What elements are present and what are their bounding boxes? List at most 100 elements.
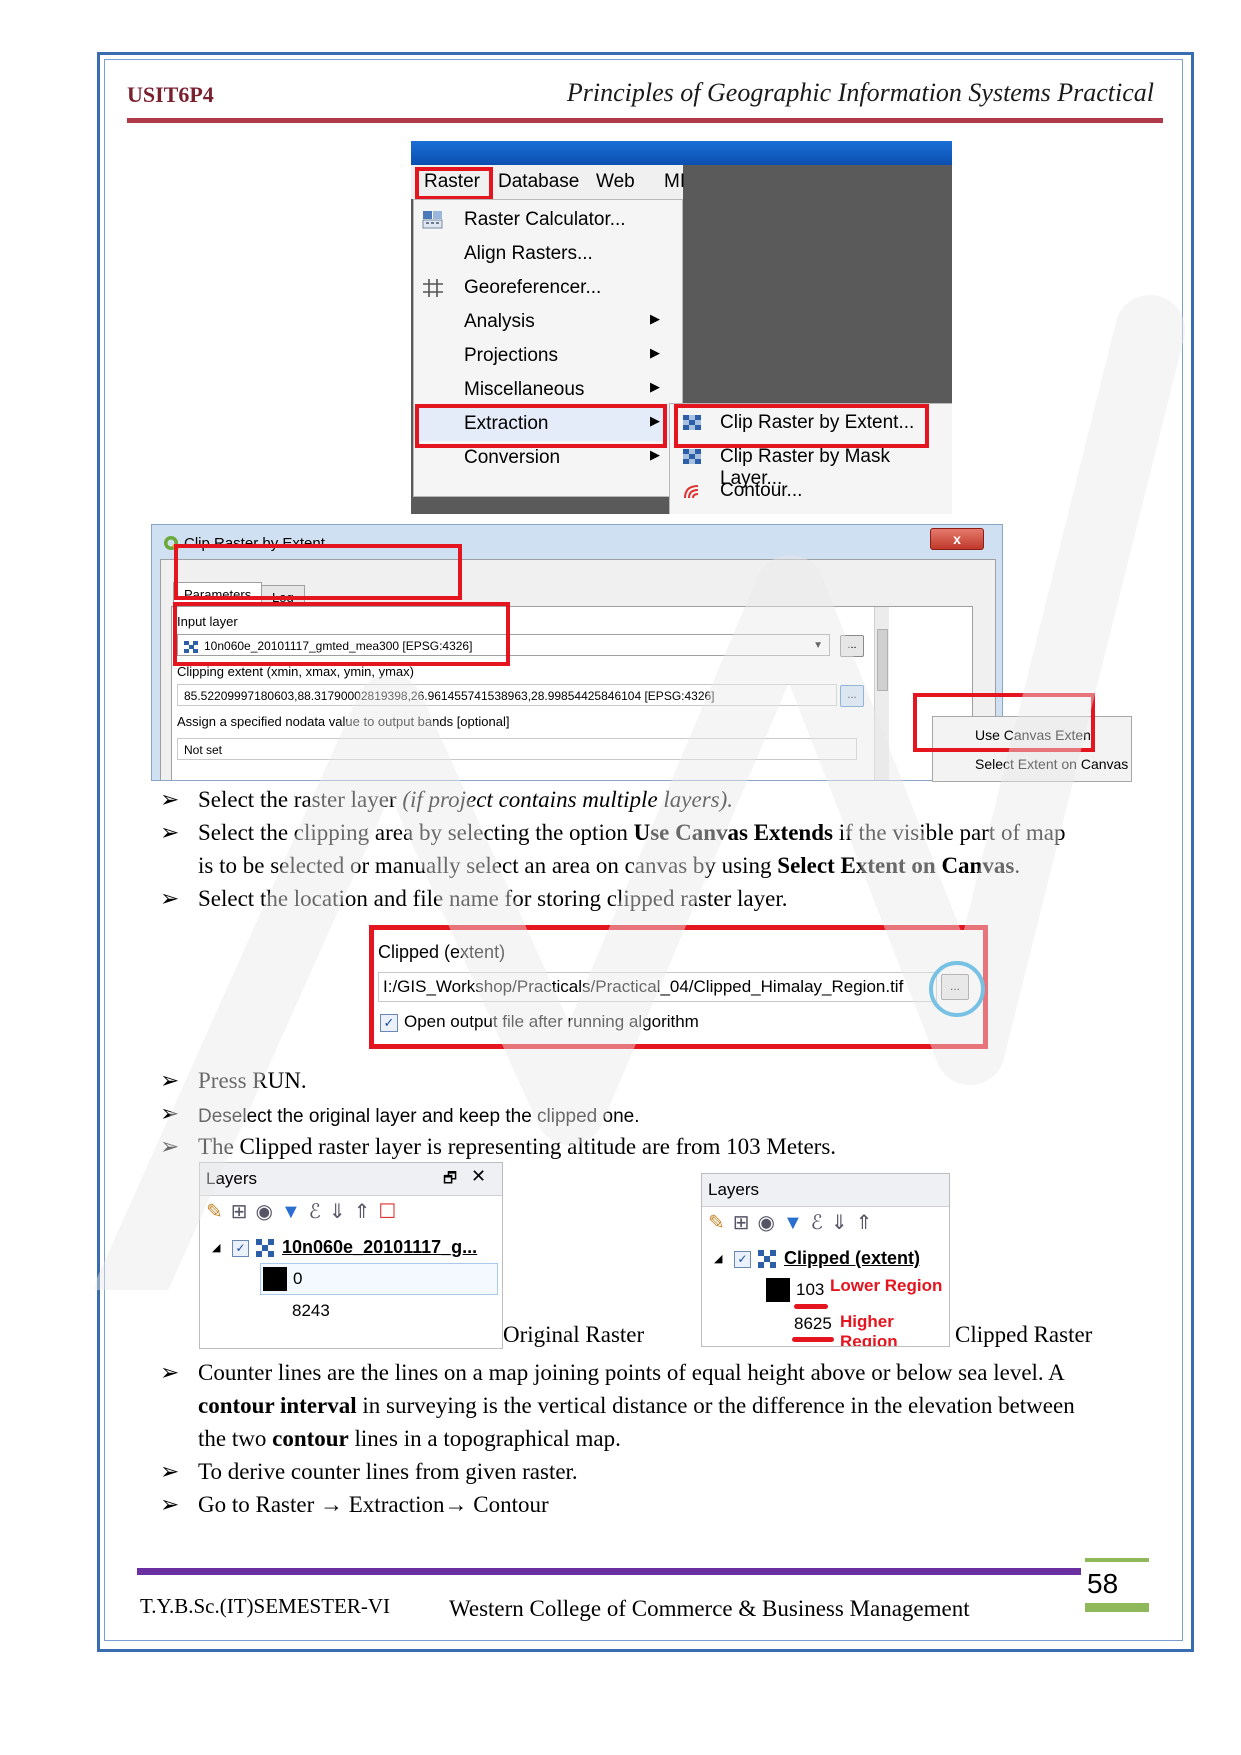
bullet-arrow-icon: ➢ [160,1492,180,1517]
raster-calculator-icon [422,210,444,230]
output-path-input[interactable]: I:/GIS_Workshop/Practicals/Practical_04/… [378,972,937,1002]
close-icon[interactable]: ✕ [471,1166,486,1187]
clipped-output-panel: Clipped (extent) I:/GIS_Workshop/Practic… [369,925,988,1049]
footer-college: Western College of Commerce & Business M… [449,1596,970,1621]
legend-row-min: 0 [260,1263,498,1295]
menu-item-georeferencer[interactable]: Georeferencer... [414,271,682,305]
min-underline-mark [794,1304,828,1309]
dialog-scrollbar[interactable] [874,607,889,780]
style-brush-icon[interactable]: ✎ [206,1201,231,1223]
layers-panel-header: Layers 🗗 ✕ [200,1163,502,1196]
clip-extent-input[interactable]: 85.52209997180603,88.31790002819398,26.9… [177,684,837,706]
bullet-arrow-icon: ➢ [160,1459,180,1484]
expression-filter-icon[interactable]: ℰ [811,1212,831,1234]
input-layer-highlight [174,544,462,600]
raster-layer-icon [682,448,702,466]
page-number-accent-top [1085,1558,1149,1562]
header-rule [127,118,1163,123]
layers-panel-header: Layers [702,1174,949,1207]
input-layer-browse-button[interactable]: ... [840,635,864,657]
raster-menu-highlight [415,167,493,200]
submenu-arrow-icon: ▶ [650,447,660,462]
expand-triangle-icon[interactable]: ◢ [714,1252,722,1265]
browse-button-circle-highlight [929,961,985,1017]
menu-web[interactable]: Web [596,171,635,193]
color-swatch-black [263,1267,287,1291]
max-underline-mark [792,1337,834,1342]
visibility-eye-icon[interactable]: ◉ [758,1212,783,1234]
layer-name-original[interactable]: 10n060e_20101117_g... [282,1237,477,1258]
menu-item-raster-calculator[interactable]: Raster Calculator... [414,203,682,237]
subject-title: Principles of Geographic Information Sys… [566,78,1154,107]
clipped-raster-caption: Clipped Raster [955,1322,1093,1347]
add-group-icon[interactable]: ⊞ [733,1212,758,1234]
clip-by-extent-highlight [674,404,929,448]
collapse-all-icon[interactable]: ⇑ [354,1201,379,1223]
raster-dropdown: Raster Calculator... Align Rasters... Ge… [413,199,683,497]
bullet-arrow-icon: ➢ [160,787,180,812]
chevron-down-icon: ▼ [813,640,823,651]
bullet-arrow-icon: ➢ [160,1068,180,1093]
expand-all-icon[interactable]: ⇓ [329,1201,354,1223]
raster-layer-icon [758,1250,776,1273]
bullet-arrow-icon: ➢ [160,1134,180,1159]
collapse-all-icon[interactable]: ⇑ [856,1212,881,1234]
layer-name-clipped[interactable]: Clipped (extent) [784,1248,920,1269]
bullet-arrow-icon: ➢ [160,1360,180,1385]
bullet-arrow-icon: ➢ [160,886,180,911]
bullet-arrow-icon: ➢ [160,820,180,845]
remove-layer-icon[interactable]: ☐ [378,1201,404,1223]
page-number: 58 [1087,1568,1119,1599]
expand-triangle-icon[interactable]: ◢ [212,1241,220,1254]
footer-rule [137,1568,1081,1575]
undock-icon[interactable]: 🗗 [443,1168,457,1193]
style-brush-icon[interactable]: ✎ [708,1212,733,1234]
footer-semester: T.Y.B.Sc.(IT)SEMESTER-VI [140,1594,391,1618]
extraction-highlight [415,404,667,448]
add-group-icon[interactable]: ⊞ [231,1201,256,1223]
bullet-arrow-icon: ➢ [160,1101,180,1126]
menu-mi[interactable]: MI [664,171,685,193]
legend-max-value: 8243 [292,1301,330,1320]
raster-layer-icon [256,1239,274,1262]
layer-visibility-checkbox[interactable]: ✓ [734,1250,751,1268]
nodata-label: Assign a specified nodata value to outpu… [177,714,510,729]
visibility-eye-icon[interactable]: ◉ [256,1201,281,1223]
layers-toolbar: ✎⊞◉▼ℰ⇓⇑ [708,1210,880,1240]
filter-icon[interactable]: ▼ [281,1201,309,1223]
open-output-checkbox[interactable]: ✓ [380,1014,398,1032]
layers-toolbar: ✎⊞◉▼ℰ⇓⇑☐ [206,1199,404,1229]
layer-visibility-checkbox[interactable]: ✓ [232,1239,249,1257]
menu-database[interactable]: Database [498,171,579,193]
nodata-input[interactable]: Not set [177,738,857,760]
raster-menu-screenshot: Raster Database Web MI Raster Calculator… [411,141,952,514]
submenu-arrow-icon: ▶ [650,311,660,326]
course-code: USIT6P4 [127,82,214,107]
expression-filter-icon[interactable]: ℰ [309,1201,329,1223]
menu-item-align-rasters[interactable]: Align Rasters... [414,237,682,271]
menu-item-analysis[interactable]: Analysis ▶ [414,305,682,339]
color-swatch-black [766,1278,790,1302]
menu-item-miscellaneous[interactable]: Miscellaneous ▶ [414,373,682,407]
layers-panel-clipped: Layers ✎⊞◉▼ℰ⇓⇑ ◢ ✓ Clipped (extent) 103 … [701,1173,950,1347]
submenu-arrow-icon: ▶ [650,379,660,394]
georeferencer-grid-icon [422,278,444,298]
submenu-arrow-icon: ▶ [650,345,660,360]
clip-extent-label: Clipping extent (xmin, xmax, ymin, ymax) [177,664,414,679]
input-layer-red-box [173,602,510,666]
filter-icon[interactable]: ▼ [783,1212,811,1234]
page-number-accent-bottom [1085,1603,1149,1612]
close-button[interactable]: x [930,528,984,550]
canvas-extent-highlight [913,693,1095,752]
clipped-output-label: Clipped (extent) [378,942,506,962]
clip-extent-button[interactable]: ... [840,685,864,707]
open-output-label: Open output file after running algorithm [404,1012,699,1031]
expand-all-icon[interactable]: ⇓ [831,1212,856,1234]
menu-item-contour[interactable]: Contour... [670,474,952,508]
original-raster-caption: Original Raster [503,1322,645,1347]
menu-item-projections[interactable]: Projections ▶ [414,339,682,373]
higher-region-note: Higher Region [840,1312,898,1347]
contour-icon [682,482,702,500]
menu-item-select-extent-on-canvas[interactable]: Select Extent on Canvas [975,756,1128,772]
legend-min-value: 103 [796,1280,825,1299]
